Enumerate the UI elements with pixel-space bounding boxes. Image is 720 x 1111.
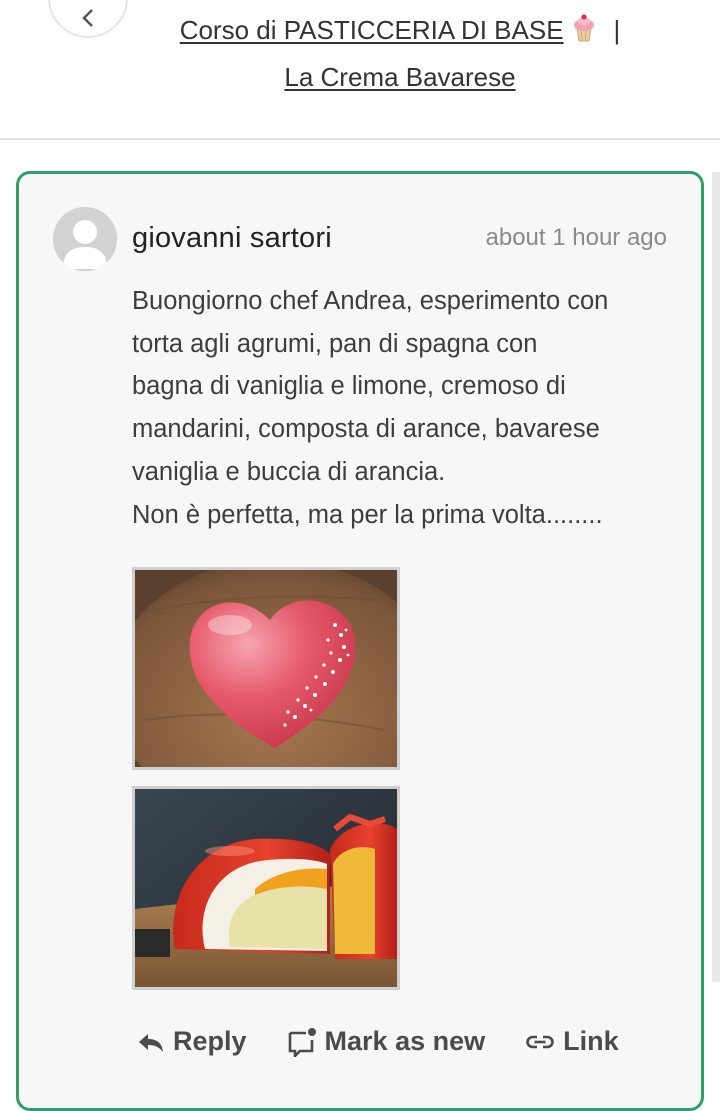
- comment-timestamp: about 1 hour ago: [485, 224, 668, 251]
- link-icon: [525, 1032, 555, 1052]
- link-label: Link: [563, 1026, 619, 1056]
- comment-body-line: mandarini, composta di arance, bavarese: [132, 415, 600, 444]
- chevron-left-icon: [82, 9, 93, 27]
- comment-body-line: Buongiorno chef Andrea, esperimento con: [132, 287, 609, 315]
- comment-author[interactable]: giovanni sartori: [132, 222, 332, 255]
- user-silhouette-icon: [53, 207, 117, 271]
- breadcrumb-lesson-link[interactable]: La Crema Bavarese: [284, 62, 515, 92]
- mark-as-new-label: Mark as new: [324, 1026, 486, 1056]
- back-button[interactable]: [48, 0, 128, 38]
- mark-as-new-button[interactable]: Mark as new: [287, 1026, 486, 1057]
- cupcake-icon: [572, 11, 596, 55]
- comment-card: giovanni sartori about 1 hour ago Buongi…: [16, 171, 704, 1111]
- reply-button[interactable]: Reply: [137, 1026, 247, 1057]
- scrollbar[interactable]: [712, 172, 720, 982]
- comment-body-line: torta agli agrumi, pan di spagna con: [132, 329, 538, 358]
- comment-body-line: vaniglia e buccia di arancia.: [132, 457, 446, 486]
- comment-body: Buongiorno chef Andrea, esperimento con …: [132, 280, 677, 536]
- comment-actions: Reply Mark as new Link: [137, 1026, 619, 1057]
- avatar[interactable]: [53, 207, 117, 271]
- heart-cake-photo[interactable]: [132, 567, 400, 770]
- breadcrumb-course-link[interactable]: Corso di PASTICCERIA DI BASE: [179, 14, 596, 45]
- reply-label: Reply: [173, 1026, 247, 1056]
- sliced-cake-photo[interactable]: [132, 786, 400, 990]
- breadcrumb-separator: |: [613, 15, 621, 45]
- page-header: Corso di PASTICCERIA DI BASE | La Crema …: [0, 0, 720, 140]
- breadcrumb-course-label: Corso di PASTICCERIA DI BASE: [179, 15, 564, 45]
- breadcrumb: Corso di PASTICCERIA DI BASE | La Crema …: [150, 8, 650, 99]
- mark-unread-icon: [287, 1027, 317, 1057]
- comment-body-line: bagna di vaniglia e limone, cremoso di: [132, 372, 566, 401]
- reply-icon: [137, 1030, 165, 1054]
- comment-body-line: Non è perfetta, ma per la prima volta...…: [132, 500, 603, 529]
- link-button[interactable]: Link: [525, 1026, 619, 1057]
